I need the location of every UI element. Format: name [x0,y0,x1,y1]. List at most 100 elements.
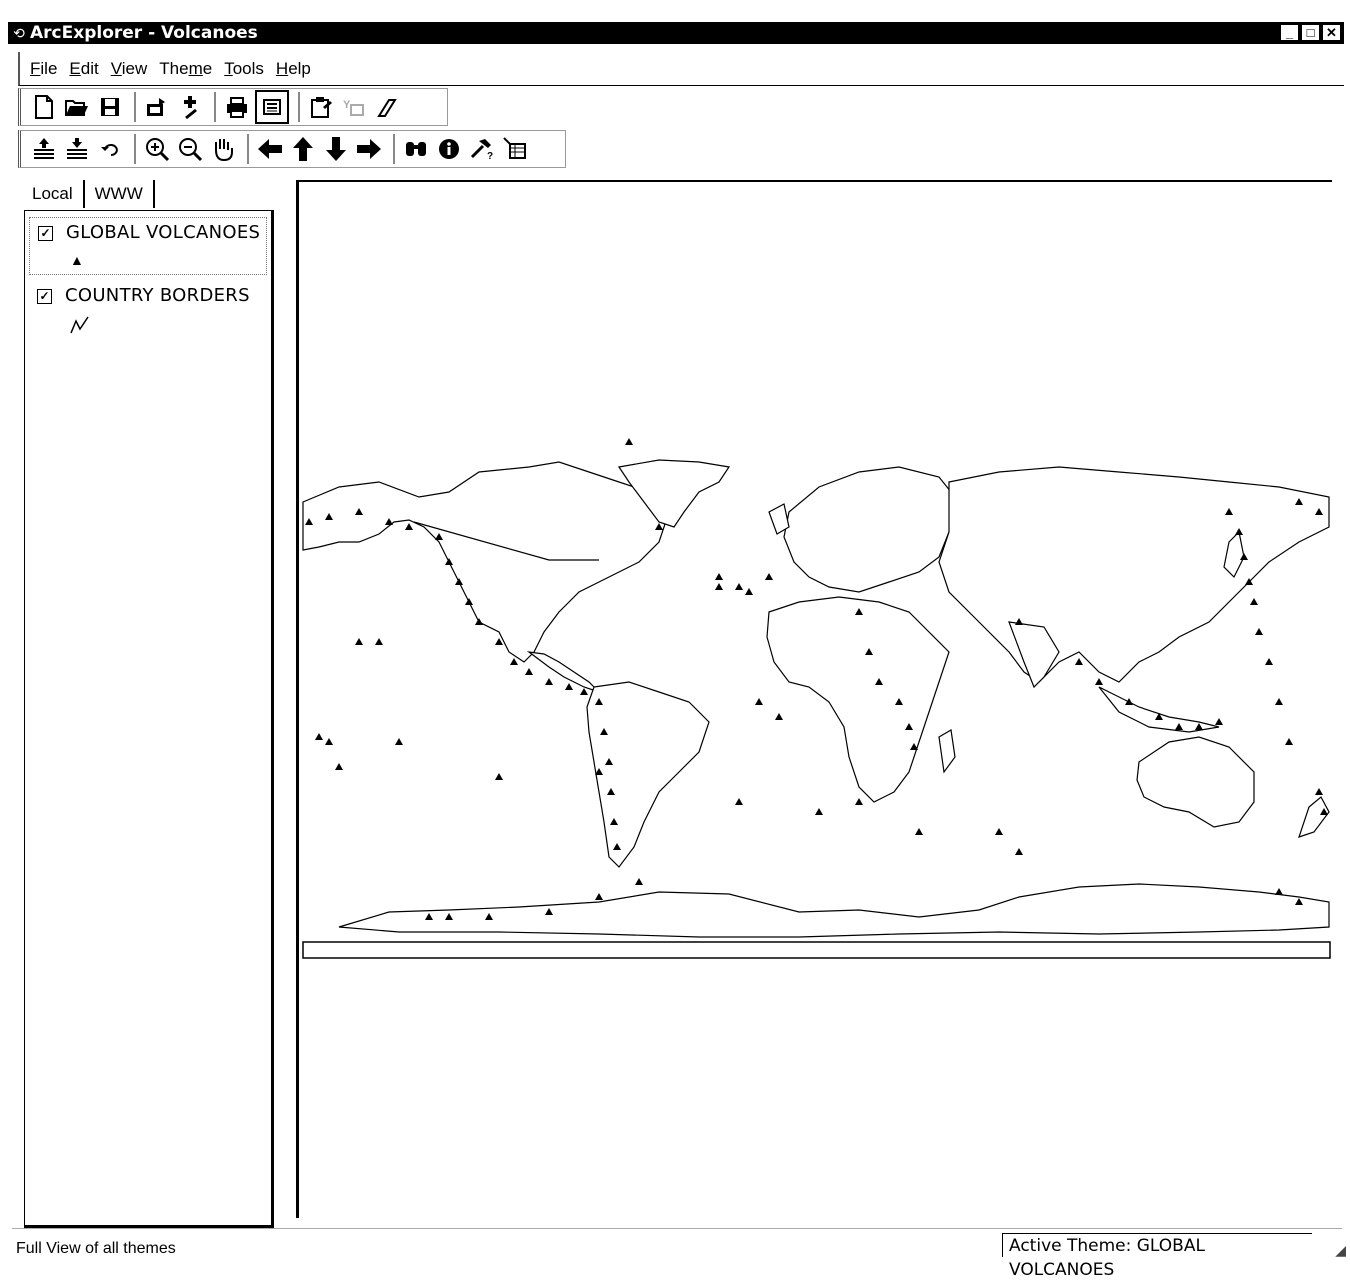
legend-toggle-icon[interactable] [255,90,289,124]
volcano-point [995,828,1003,835]
land-antarctica [338,883,1330,938]
menu-tools[interactable]: Tools [224,59,264,79]
menu-view[interactable]: View [111,59,148,79]
arrow-left-icon[interactable] [255,134,285,164]
theme-global-volcanoes[interactable]: ✓ GLOBAL VOLCANOES ▲ [29,217,267,275]
window-controls: _ □ ✕ [1280,24,1341,41]
volcano-point [625,438,633,445]
svg-text:?: ? [487,151,493,161]
legend-panel: ✓ GLOBAL VOLCANOES ▲ ✓ COUNTRY BORDERS [24,210,274,1228]
export-icon[interactable] [142,92,172,122]
minimize-button[interactable]: _ [1280,24,1299,41]
volcano-point [855,798,863,805]
theme-name: GLOBAL VOLCANOES [66,222,261,243]
theme-visibility-checkbox[interactable]: ✓ [37,289,52,304]
volcano-point [405,523,413,530]
toolbar-separator [214,92,216,122]
land-central-america [526,651,600,693]
arcexplorer-icon: ⟲ [13,24,25,41]
volcano-point [580,688,588,695]
legend-tabs: Local WWW [22,178,155,208]
menu-theme[interactable]: Theme [159,59,212,79]
hammer-tool-icon[interactable]: ? [467,134,497,164]
close-button[interactable]: ✕ [1322,24,1341,41]
arrow-down-icon[interactable] [321,134,351,164]
volcano-point [715,573,723,580]
volcano-point [1275,888,1283,895]
volcano-point [1255,628,1263,635]
layers-down-icon[interactable] [62,134,92,164]
volcano-point [1075,658,1083,665]
identify-info-icon[interactable] [434,134,464,164]
volcano-point [1285,738,1293,745]
volcano-point [745,588,753,595]
properties-icon[interactable] [306,92,336,122]
map-display[interactable] [296,180,1332,1218]
land-madagascar [938,729,956,774]
resize-grip-icon[interactable]: ◢ [1335,1242,1346,1259]
volcano-point [1015,848,1023,855]
window-title: ArcExplorer - Volcanoes [30,23,258,43]
theme-visibility-checkbox[interactable]: ✓ [38,226,53,241]
country-borders-layer [302,459,1330,938]
line-symbol-icon [69,315,91,338]
world-map[interactable] [299,182,1332,1218]
svg-text:Y: Y [343,99,351,111]
status-message: Full View of all themes [16,1240,176,1257]
volcano-point [915,828,923,835]
volcano-point [355,638,363,645]
volcano-point [565,683,573,690]
menu-edit[interactable]: Edit [69,59,98,79]
status-bar-divider [12,1228,1342,1229]
theme-name: COUNTRY BORDERS [65,285,250,306]
volcano-point [315,733,323,740]
print-icon[interactable] [222,92,252,122]
land-north-america [302,461,670,663]
toolbar-separator [134,92,136,122]
zoom-in-icon[interactable] [142,134,172,164]
tab-www[interactable]: WWW [85,180,155,208]
save-icon[interactable] [95,92,125,122]
title-bar: ⟲ ArcExplorer - Volcanoes _ □ ✕ [8,22,1344,44]
layers-up-icon[interactable] [29,134,59,164]
menu-file[interactable]: File [30,59,57,79]
volcano-point [375,638,383,645]
volcano-point [525,668,533,675]
volcano-point [1315,788,1323,795]
toolbar-main: Y [18,88,448,126]
toolbar-separator [393,134,395,164]
land-europe [783,466,960,593]
zoom-out-icon[interactable] [175,134,205,164]
land-indonesia [1098,686,1220,733]
add-theme-icon[interactable] [175,92,205,122]
maximize-button[interactable]: □ [1301,24,1320,41]
find-binoculars-icon[interactable] [401,134,431,164]
tab-local[interactable]: Local [22,180,85,208]
volcano-point [1215,718,1223,725]
toolbar-separator [134,134,136,164]
volcano-point [395,738,403,745]
new-document-icon[interactable] [29,92,59,122]
arrow-up-icon[interactable] [288,134,318,164]
pan-hand-icon[interactable] [208,134,238,164]
volcano-point [1265,658,1273,665]
volcano-point [325,738,333,745]
open-folder-icon[interactable] [62,92,92,122]
table-query-icon[interactable] [500,134,530,164]
volcano-point [495,773,503,780]
volcano-point [735,798,743,805]
menu-help[interactable]: Help [276,59,311,79]
volcano-point [510,658,518,665]
active-theme-status: Active Theme: GLOBAL VOLCANOES [1002,1233,1312,1280]
land-south-america [586,681,710,868]
land-asia [938,466,1330,683]
select-features-icon[interactable]: Y [339,92,369,122]
eraser-icon[interactable] [372,92,402,122]
volcano-point [715,583,723,590]
volcano-point [1250,598,1258,605]
undo-icon[interactable] [95,134,125,164]
land-new-zealand [1298,796,1330,838]
theme-country-borders[interactable]: ✓ COUNTRY BORDERS [29,281,267,337]
arrow-right-icon[interactable] [354,134,384,164]
volcano-point [595,893,603,900]
